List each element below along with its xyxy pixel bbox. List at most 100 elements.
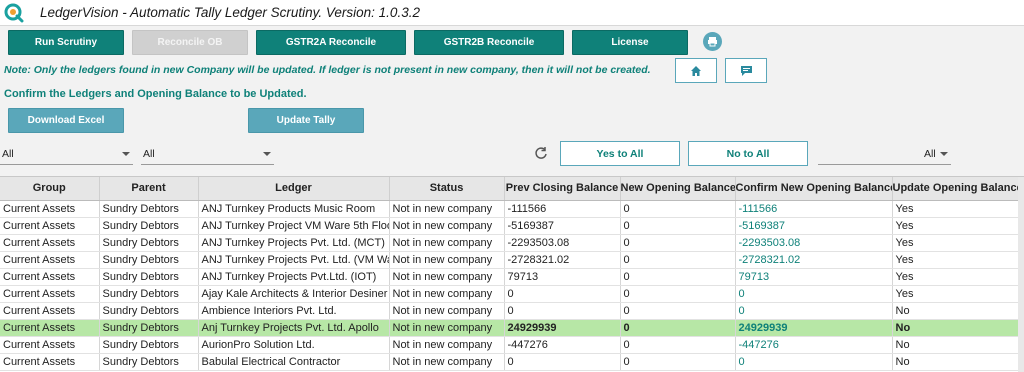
group-cell: Current Assets	[0, 251, 100, 269]
column-header-status[interactable]: Status	[389, 177, 505, 201]
status-cell: Not in new company	[389, 319, 505, 337]
print-icon[interactable]	[703, 32, 722, 51]
table-row[interactable]: Current Assets Sundry Debtors Babulal Elec…	[0, 353, 1019, 371]
column-header-confirm-new-opening-balance[interactable]: Confirm New Opening Balance	[735, 177, 893, 201]
prev-closing-balance-cell: 24929939	[504, 319, 621, 337]
group-cell: Current Assets	[0, 336, 100, 354]
home-button[interactable]	[675, 58, 717, 83]
confirm-opening-balance-cell[interactable]: -111566	[735, 200, 893, 218]
prev-closing-balance-cell: 0	[504, 353, 621, 371]
prev-closing-balance-cell: 0	[504, 285, 621, 303]
gstr2a-reconcile-button[interactable]: GSTR2A Reconcile	[256, 30, 406, 55]
parent-cell: Sundry Debtors	[99, 251, 199, 269]
column-header-parent[interactable]: Parent	[99, 177, 199, 201]
table-row[interactable]: Current Assets Sundry Debtors AurionPro So…	[0, 336, 1019, 354]
prev-closing-balance-cell: 79713	[504, 268, 621, 286]
chevron-down-icon	[940, 152, 948, 156]
parent-cell: Sundry Debtors	[99, 217, 199, 235]
table-row[interactable]: Current Assets Sundry Debtors Ambience Int…	[0, 302, 1019, 320]
parent-cell: Sundry Debtors	[99, 268, 199, 286]
confirm-opening-balance-cell[interactable]: 0	[735, 302, 893, 320]
new-opening-balance-cell: 0	[620, 336, 736, 354]
update-filter-dropdown[interactable]: All	[818, 145, 951, 165]
group-filter-dropdown[interactable]: All	[0, 145, 133, 165]
update-filter-value: All	[924, 148, 936, 160]
title-bar: LedgerVision - Automatic Tally Ledger Sc…	[0, 0, 1024, 26]
group-cell: Current Assets	[0, 200, 100, 218]
new-opening-balance-cell: 0	[620, 285, 736, 303]
license-button[interactable]: License	[572, 30, 688, 55]
download-excel-button[interactable]: Download Excel	[8, 108, 124, 133]
prev-closing-balance-cell: -5169387	[504, 217, 621, 235]
no-to-all-button[interactable]: No to All	[688, 141, 808, 166]
vertical-scrollbar[interactable]	[1018, 177, 1024, 372]
table-row[interactable]: Current Assets Sundry Debtors ANJ Turnkey …	[0, 234, 1019, 252]
refresh-icon[interactable]	[534, 146, 548, 160]
reconcile-ob-button[interactable]: Reconcile OB	[132, 30, 248, 55]
parent-filter-value: All	[143, 148, 155, 160]
confirm-heading: Confirm the Ledgers and Opening Balance …	[4, 88, 307, 100]
new-opening-balance-cell: 0	[620, 217, 736, 235]
confirm-opening-balance-cell[interactable]: -447276	[735, 336, 893, 354]
ledger-table: Group Parent Ledger Status Prev Closing …	[0, 177, 1019, 371]
parent-filter-dropdown[interactable]: All	[141, 145, 274, 165]
table-row[interactable]: Current Assets Sundry Debtors ANJ Turnkey …	[0, 251, 1019, 269]
confirm-opening-balance-cell[interactable]: 0	[735, 353, 893, 371]
update-opening-balance-cell[interactable]: No	[892, 302, 1019, 320]
update-tally-button[interactable]: Update Tally	[248, 108, 364, 133]
ledger-cell: Ambience Interiors Pvt. Ltd.	[198, 302, 390, 320]
window-title: LedgerVision - Automatic Tally Ledger Sc…	[40, 5, 420, 20]
table-row[interactable]: Current Assets Sundry Debtors ANJ Turnkey …	[0, 268, 1019, 286]
new-opening-balance-cell: 0	[620, 353, 736, 371]
new-opening-balance-cell: 0	[620, 268, 736, 286]
yes-to-all-button[interactable]: Yes to All	[560, 141, 680, 166]
update-opening-balance-cell[interactable]: Yes	[892, 285, 1019, 303]
column-header-group[interactable]: Group	[0, 177, 100, 201]
parent-cell: Sundry Debtors	[99, 353, 199, 371]
table-row[interactable]: Current Assets Sundry Debtors ANJ Turnkey …	[0, 217, 1019, 235]
confirm-opening-balance-cell[interactable]: -2293503.08	[735, 234, 893, 252]
confirm-opening-balance-cell[interactable]: -2728321.02	[735, 251, 893, 269]
confirm-opening-balance-cell[interactable]: 24929939	[735, 319, 893, 337]
status-cell: Not in new company	[389, 200, 505, 218]
home-icon	[691, 65, 701, 76]
group-filter-value: All	[2, 148, 14, 160]
run-scrutiny-button[interactable]: Run Scrutiny	[8, 30, 124, 55]
column-header-ledger[interactable]: Ledger	[198, 177, 390, 201]
update-opening-balance-cell[interactable]: Yes	[892, 251, 1019, 269]
gstr2b-reconcile-button[interactable]: GSTR2B Reconcile	[414, 30, 564, 55]
new-opening-balance-cell: 0	[620, 319, 736, 337]
message-button[interactable]	[725, 58, 767, 83]
parent-cell: Sundry Debtors	[99, 336, 199, 354]
app-logo-icon	[4, 3, 24, 23]
column-header-prev-closing-balance[interactable]: Prev Closing Balance	[504, 177, 621, 201]
prev-closing-balance-cell: -111566	[504, 200, 621, 218]
confirm-opening-balance-cell[interactable]: -5169387	[735, 217, 893, 235]
parent-cell: Sundry Debtors	[99, 234, 199, 252]
update-opening-balance-cell[interactable]: No	[892, 319, 1019, 337]
status-cell: Not in new company	[389, 353, 505, 371]
column-header-new-opening-balance[interactable]: New Opening Balance	[620, 177, 736, 201]
prev-closing-balance-cell: -2728321.02	[504, 251, 621, 269]
update-opening-balance-cell[interactable]: No	[892, 353, 1019, 371]
parent-cell: Sundry Debtors	[99, 285, 199, 303]
update-opening-balance-cell[interactable]: Yes	[892, 217, 1019, 235]
table-row[interactable]: Current Assets Sundry Debtors ANJ Turnkey …	[0, 200, 1019, 218]
update-opening-balance-cell[interactable]: Yes	[892, 268, 1019, 286]
table-row[interactable]: Current Assets Sundry Debtors Anj Turnkey …	[0, 319, 1019, 337]
parent-cell: Sundry Debtors	[99, 319, 199, 337]
prev-closing-balance-cell: -447276	[504, 336, 621, 354]
confirm-opening-balance-cell[interactable]: 0	[735, 285, 893, 303]
update-opening-balance-cell[interactable]: Yes	[892, 200, 1019, 218]
update-opening-balance-cell[interactable]: Yes	[892, 234, 1019, 252]
ledger-cell: Ajay Kale Architects & Interior Desiner	[198, 285, 390, 303]
table-row[interactable]: Current Assets Sundry Debtors Ajay Kale Ar…	[0, 285, 1019, 303]
new-opening-balance-cell: 0	[620, 234, 736, 252]
confirm-opening-balance-cell[interactable]: 79713	[735, 268, 893, 286]
status-cell: Not in new company	[389, 285, 505, 303]
parent-cell: Sundry Debtors	[99, 200, 199, 218]
prev-closing-balance-cell: 0	[504, 302, 621, 320]
new-opening-balance-cell: 0	[620, 251, 736, 269]
column-header-update-opening-balance[interactable]: Update Opening Balance	[892, 177, 1019, 201]
update-opening-balance-cell[interactable]: No	[892, 336, 1019, 354]
